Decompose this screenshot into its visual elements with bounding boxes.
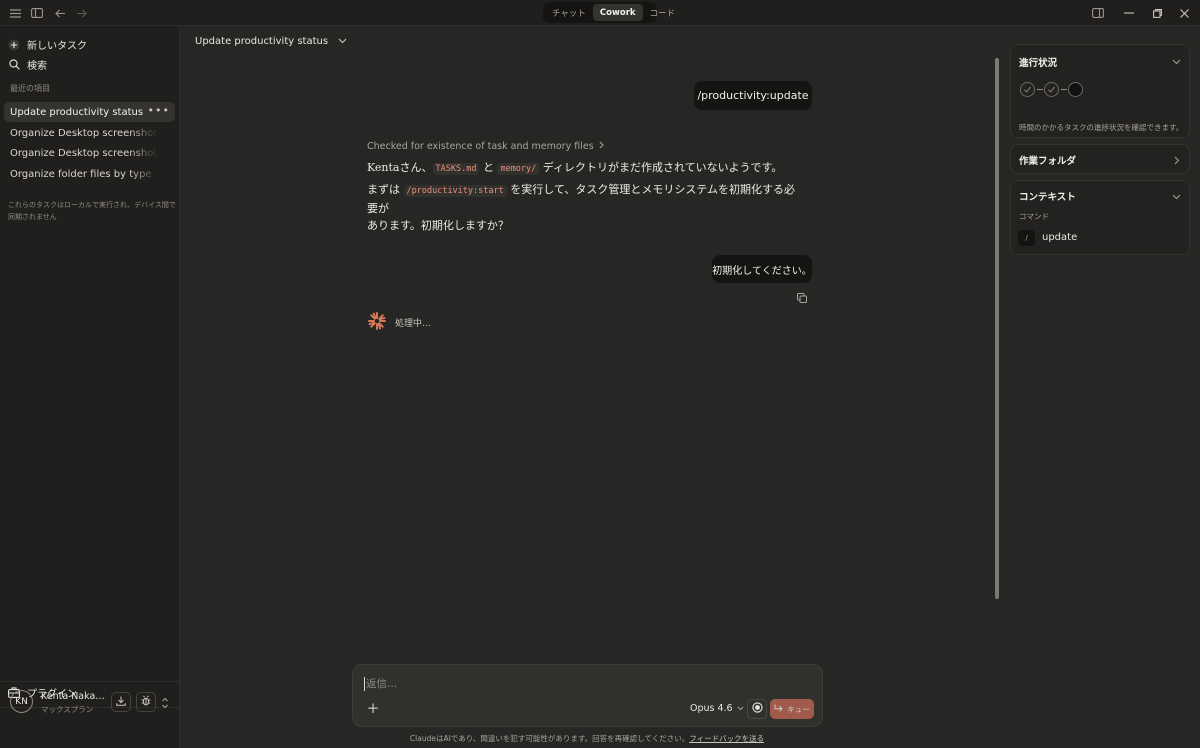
forward-arrow-icon[interactable] (73, 5, 89, 21)
pending-step-icon (1068, 82, 1083, 97)
download-button[interactable] (111, 692, 131, 712)
expand-chevron-icon[interactable] (161, 697, 169, 709)
tool-activity-text: Checked for existence of task and memory… (367, 141, 594, 152)
processing-status: 処理中... (395, 319, 431, 329)
add-attachment-icon[interactable]: + (366, 699, 380, 717)
recent-section-label: 最近の項目 (10, 84, 50, 93)
feedback-link[interactable]: フィードバックを送る (689, 734, 764, 743)
working-folder-title: 作業フォルダ (1019, 156, 1077, 167)
new-task-label: 新しいタスク (27, 41, 87, 52)
task-item[interactable]: Organize folder files by type (4, 164, 175, 184)
command-section-label: コマンド (1019, 212, 1049, 221)
model-selector[interactable]: Opus 4.6 (690, 703, 744, 714)
step-connector (1037, 89, 1043, 90)
model-name: Opus 4.6 (690, 703, 733, 714)
progress-title: 進行状況 (1019, 58, 1058, 69)
task-item[interactable]: Organize Desktop screenshots and (4, 143, 175, 163)
avatar[interactable]: KN (10, 690, 33, 713)
reply-input[interactable]: 返信... (364, 677, 397, 691)
chevron-down-icon (737, 703, 744, 714)
reply-text: まずは (367, 183, 404, 196)
disclaimer-text: ClaudeはAIであり、間違いを犯す可能性があります。回答を再確認してください… (409, 734, 690, 743)
menu-icon[interactable] (7, 5, 23, 21)
more-options-icon[interactable]: ••• (148, 104, 170, 117)
user-message: 初期化してください。 (712, 255, 812, 283)
task-item[interactable]: Update productivity status ••• (4, 102, 175, 122)
conversation-title-text: Update productivity status (195, 36, 329, 47)
search-label: 検索 (27, 61, 47, 72)
task-item[interactable]: Organize Desktop screenshots and (4, 123, 175, 143)
search-icon (8, 59, 20, 71)
progress-note: 時間のかかるタスクの進捗状況を確認できます。 (1019, 123, 1184, 132)
plus-circle-icon (8, 39, 20, 51)
task-label: Organize folder files by type (10, 168, 152, 180)
inline-code: /productivity:start (403, 185, 507, 197)
user-message: /productivity:update (694, 81, 812, 110)
copy-icon[interactable] (797, 292, 807, 303)
user-name: Kenta Nakamura (41, 691, 109, 702)
task-label: Organize Desktop screenshots and (10, 127, 158, 139)
local-sync-note: これらのタスクはローカルで実行され、デバイス間で同期されません (8, 201, 176, 221)
tab-code[interactable]: コード (643, 4, 683, 21)
inline-code: TASKS.md (432, 163, 480, 175)
chevron-down-icon[interactable] (1172, 55, 1181, 65)
tab-cowork[interactable]: Cowork (592, 4, 643, 21)
context-card: コンテキスト コマンド (1010, 180, 1190, 255)
scrollbar[interactable] (995, 58, 999, 599)
title-bar: チャット Cowork コード (0, 0, 1200, 26)
reply-text: あります。初期化しますか？ (367, 219, 509, 232)
working-folder-card[interactable]: 作業フォルダ (1010, 144, 1190, 174)
mode-switcher: チャット Cowork コード (543, 2, 675, 23)
claude-spark-icon (367, 311, 387, 331)
enter-arrow-icon (774, 704, 783, 714)
send-label: キュー (787, 704, 810, 714)
disclaimer: ClaudeはAIであり、間違いを犯す可能性があります。回答を再確認してください… (0, 733, 1174, 744)
search-button[interactable]: 検索 (8, 57, 47, 72)
check-step-icon (1044, 82, 1059, 97)
back-arrow-icon[interactable] (52, 5, 68, 21)
sidebar-toggle-icon[interactable] (29, 5, 45, 21)
task-label: Update productivity status (10, 106, 144, 118)
reply-text: Kentaさん、 (367, 161, 433, 174)
tab-chat[interactable]: チャット (545, 4, 593, 21)
progress-card: 進行状況 時間のかかるタスクの進捗状況を確認できます。 (1010, 44, 1190, 138)
queue-send-button[interactable]: キュー (770, 699, 814, 719)
new-task-button[interactable]: 新しいタスク (8, 37, 87, 52)
chevron-right-icon (599, 141, 604, 152)
download-icon (116, 695, 126, 709)
tool-activity-summary[interactable]: Checked for existence of task and memory… (367, 141, 604, 152)
assistant-paragraph: まずは /productivity:start を実行して、タスク管理とメモリシ… (367, 181, 797, 234)
sidebar: 新しいタスク 検索 最近の項目 Update productivity stat… (0, 26, 180, 748)
command-slash-icon: / (1018, 230, 1035, 246)
chevron-right-icon (1172, 154, 1181, 165)
close-icon[interactable] (1176, 5, 1192, 21)
bug-icon (141, 695, 151, 709)
reply-text: ディレクトリがまだ作成されていないようです。 (539, 161, 783, 174)
user-plan: マックスプラン (41, 705, 94, 714)
app-window: チャット Cowork コード 新しいタスク 検索 最近の項目 Update p… (0, 0, 1200, 748)
conversation-title[interactable]: Update productivity status (195, 36, 347, 47)
step-connector (1061, 89, 1067, 90)
context-title: コンテキスト (1019, 192, 1076, 203)
panel-toggle-icon[interactable] (1090, 5, 1106, 21)
divider (0, 681, 180, 682)
bug-report-button[interactable] (136, 692, 156, 712)
task-label: Organize Desktop screenshots and (10, 147, 158, 159)
command-name[interactable]: update (1042, 232, 1077, 243)
record-icon (751, 702, 763, 716)
check-step-icon (1020, 82, 1035, 97)
chevron-down-icon[interactable] (1172, 190, 1181, 200)
chevron-down-icon (338, 36, 347, 47)
inline-code: memory/ (497, 163, 540, 175)
minimize-icon[interactable] (1121, 5, 1137, 21)
restore-icon[interactable] (1149, 5, 1165, 21)
reply-text: と (479, 161, 498, 174)
record-button[interactable] (747, 699, 767, 719)
assistant-paragraph: Kentaさん、 TASKS.md と memory/ ディレクトリがまだ作成され… (367, 159, 782, 178)
